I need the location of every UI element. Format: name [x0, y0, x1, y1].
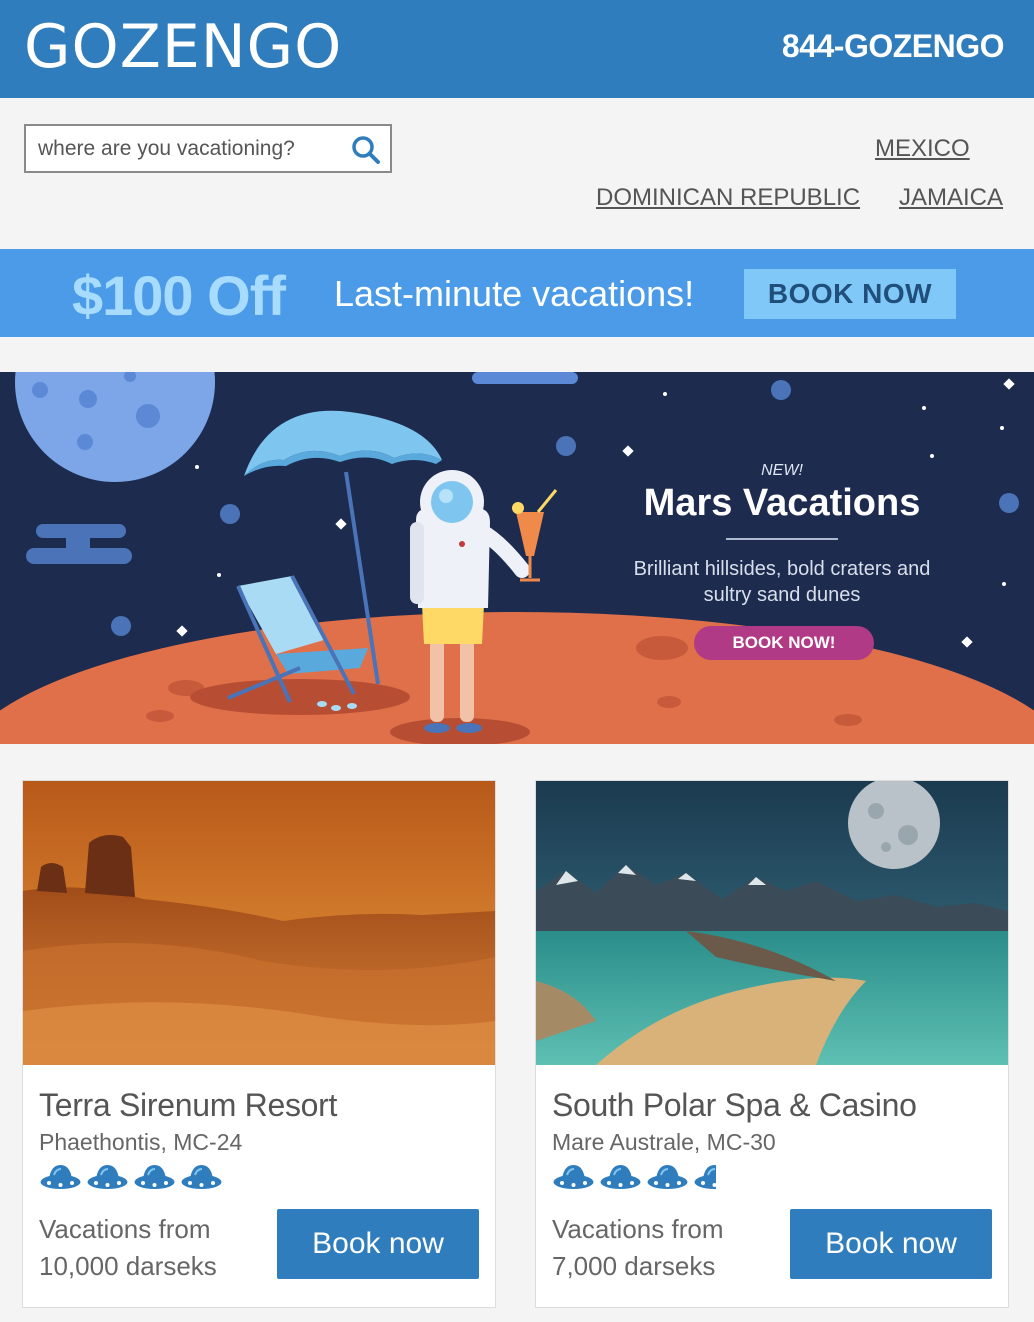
promo-book-now-button[interactable]: BOOK NOW: [744, 269, 956, 319]
book-now-button[interactable]: Book now: [277, 1209, 479, 1279]
book-now-button[interactable]: Book now: [790, 1209, 992, 1279]
nav-link-mexico[interactable]: MEXICO: [875, 135, 970, 163]
terra-sirenum-photo[interactable]: [23, 781, 495, 1065]
resort-card-terra-sirenum: Terra Sirenum Resort Phaethontis, MC-24 …: [22, 780, 496, 1308]
resort-card-south-polar: South Polar Spa & Casino Mare Australe, …: [535, 780, 1009, 1308]
card-location: Phaethontis, MC-24: [39, 1129, 243, 1155]
search-box: [24, 124, 392, 173]
hero-divider: [726, 538, 838, 540]
card-title[interactable]: South Polar Spa & Casino: [552, 1087, 917, 1124]
nav-link-jamaica[interactable]: JAMAICA: [899, 184, 1003, 212]
promo-amount: $100 Off: [72, 264, 286, 327]
card-price: Vacations from 10,000 darseks: [39, 1214, 217, 1281]
card-rating: [39, 1161, 229, 1193]
gozengo-logo[interactable]: GOZENGO: [24, 14, 342, 80]
site-header: GOZENGO 844-GOZENGO: [0, 0, 1034, 98]
hero-new-badge: NEW!: [761, 462, 803, 479]
ufo-icon: [40, 1165, 81, 1189]
ufo-icon: [694, 1165, 716, 1189]
search-input[interactable]: [38, 135, 338, 163]
card-location: Mare Australe, MC-30: [552, 1129, 776, 1155]
hero-book-now-button[interactable]: BOOK NOW!: [694, 626, 874, 660]
ufo-icon: [181, 1165, 222, 1189]
ufo-icon: [600, 1165, 641, 1189]
south-polar-photo[interactable]: [536, 781, 1008, 1065]
ufo-icon: [647, 1165, 688, 1189]
card-title[interactable]: Terra Sirenum Resort: [39, 1087, 337, 1124]
mars-vacations-hero[interactable]: NEW! Mars Vacations Brilliant hillsides,…: [0, 372, 1034, 744]
hero-description: Brilliant hillsides, bold craters and su…: [633, 558, 931, 606]
ufo-icon: [87, 1165, 128, 1189]
ufo-icon: [134, 1165, 175, 1189]
card-price: Vacations from 7,000 darseks: [552, 1214, 724, 1281]
ufo-icon: [553, 1165, 594, 1189]
phone-number[interactable]: 844-GOZENGO: [782, 28, 1005, 65]
hero-title: Mars Vacations: [643, 482, 921, 524]
promo-banner: $100 Off Last-minute vacations! BOOK NOW: [0, 249, 1034, 337]
promo-text: Last-minute vacations!: [334, 273, 695, 314]
card-rating: [552, 1161, 716, 1193]
search-icon[interactable]: [350, 134, 382, 166]
nav-link-dominican-republic[interactable]: DOMINICAN REPUBLIC: [596, 184, 860, 212]
